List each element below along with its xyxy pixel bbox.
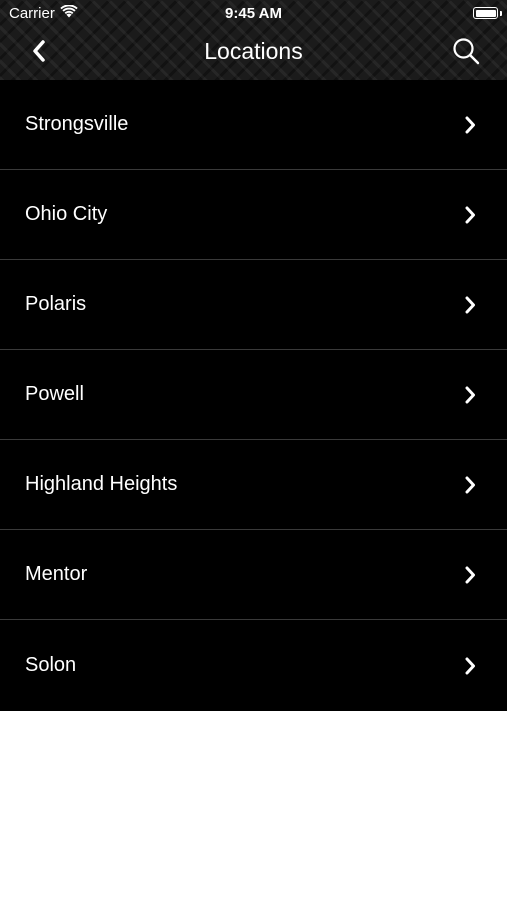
chevron-right-icon [463,295,477,315]
location-item-polaris[interactable]: Polaris [0,260,507,350]
page-title: Locations [204,38,303,64]
location-label: Ohio City [25,203,108,225]
navigation-bar: Locations [0,26,507,80]
location-label: Mentor [25,563,88,585]
locations-screen: Carrier 9:45 AM Locations Strongsville O… [0,0,507,900]
chevron-right-icon [463,656,477,676]
header: Carrier 9:45 AM Locations [0,0,507,80]
location-label: Powell [25,383,84,405]
status-bar: Carrier 9:45 AM [0,0,507,26]
location-item-strongsville[interactable]: Strongsville [0,80,507,170]
battery-cap [500,11,502,16]
locations-list: Strongsville Ohio City Polaris Powell Hi… [0,80,507,711]
chevron-right-icon [463,115,477,135]
location-label: Solon [25,654,77,676]
chevron-right-icon [463,385,477,405]
location-item-mentor[interactable]: Mentor [0,530,507,620]
battery-icon [473,7,498,19]
location-item-powell[interactable]: Powell [0,350,507,440]
location-item-ohio-city[interactable]: Ohio City [0,170,507,260]
status-time: 9:45 AM [225,5,282,22]
location-label: Polaris [25,293,87,315]
chevron-right-icon [463,205,477,225]
location-label: Strongsville [25,113,129,135]
chevron-right-icon [463,475,477,495]
search-button[interactable] [449,36,483,70]
location-item-solon[interactable]: Solon [0,620,507,711]
location-item-highland-heights[interactable]: Highland Heights [0,440,507,530]
location-label: Highland Heights [25,473,178,495]
chevron-right-icon [463,565,477,585]
search-icon [452,37,480,70]
